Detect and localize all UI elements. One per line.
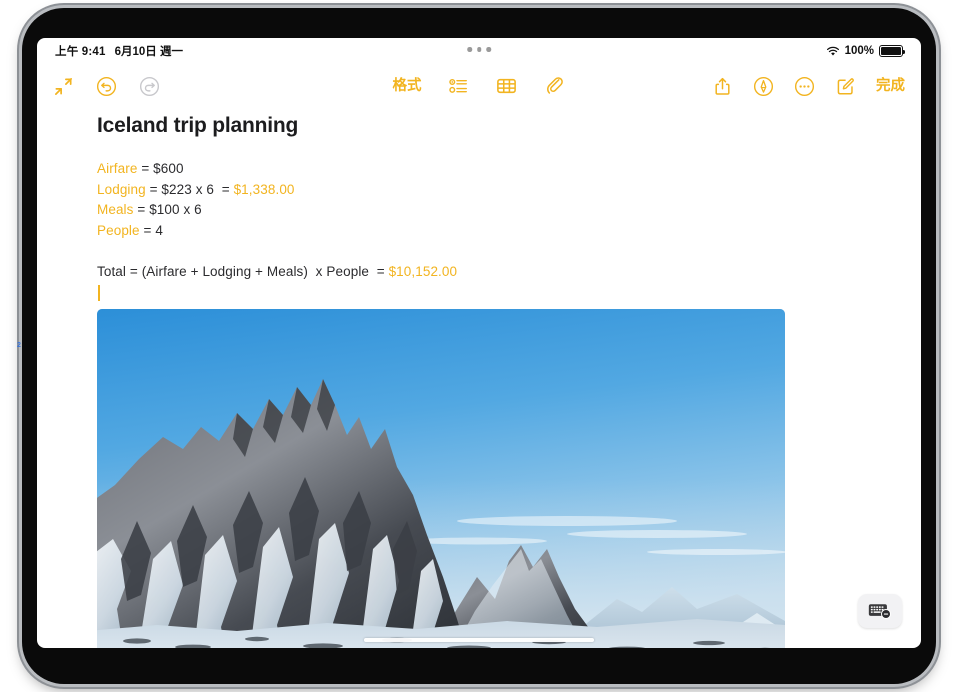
calc-line-lodging: Lodging = $223 x 6 = $1,338.00 bbox=[97, 180, 921, 201]
note-photo-attachment[interactable] bbox=[97, 308, 785, 648]
home-indicator[interactable] bbox=[364, 637, 594, 642]
toolbar-right-group: 完成 bbox=[712, 76, 905, 97]
bezel-callout-marker: 2 bbox=[17, 342, 21, 349]
mountain-photo-image bbox=[97, 308, 785, 648]
calc-variable-lodging: Lodging bbox=[97, 181, 146, 197]
redo-button[interactable] bbox=[139, 76, 160, 97]
undo-button[interactable] bbox=[96, 76, 117, 97]
undo-circle-icon bbox=[96, 76, 117, 97]
markup-button[interactable] bbox=[753, 76, 774, 97]
text-caret bbox=[98, 284, 100, 301]
calc-variable-airfare: Airfare bbox=[97, 161, 138, 176]
share-up-arrow-icon bbox=[712, 76, 733, 97]
calc-total-result: $10,152.00 bbox=[388, 264, 458, 279]
battery-icon bbox=[879, 45, 906, 57]
calc-line-meals: Meals = $100 x 6 bbox=[97, 200, 921, 221]
text-cursor-line[interactable] bbox=[97, 284, 921, 303]
calc-line-total: Total = (Airfare + Lodging + Meals) x Pe… bbox=[97, 262, 921, 283]
calc-line-people: People = 4 bbox=[97, 221, 921, 242]
table-button[interactable] bbox=[496, 75, 518, 97]
calc-result-lodging: $1,338.00 bbox=[233, 181, 295, 197]
more-button[interactable] bbox=[794, 76, 815, 97]
calc-expression-airfare: = $600 bbox=[137, 161, 184, 176]
calc-expression-meals: = $100 x 6 bbox=[133, 202, 202, 217]
calc-variable-meals: Meals bbox=[97, 202, 134, 217]
calc-variable-people: People bbox=[97, 222, 140, 238]
arrows-collapse-icon bbox=[53, 76, 74, 97]
keyboard-dismiss-button[interactable] bbox=[858, 594, 902, 628]
note-body[interactable]: Iceland trip planning Airfare = $600 Lod… bbox=[37, 108, 921, 648]
format-button-label: 格式 bbox=[392, 77, 422, 94]
calc-expression-people: = 4 bbox=[139, 222, 163, 238]
paperclip-icon bbox=[544, 75, 566, 97]
table-icon bbox=[496, 75, 518, 97]
format-button[interactable]: 格式 bbox=[393, 79, 422, 94]
done-button-label: 完成 bbox=[876, 77, 905, 94]
checklist-icon bbox=[448, 75, 470, 97]
compose-square-pencil-icon bbox=[835, 76, 856, 97]
calc-expression-lodging: = $223 x 6 = bbox=[145, 181, 234, 197]
attachment-button[interactable] bbox=[544, 75, 566, 97]
wifi-icon bbox=[826, 46, 840, 57]
calculation-block: Airfare = $600 Lodging = $223 x 6 = $1,3… bbox=[97, 159, 921, 241]
status-time: 上午 9:41 bbox=[55, 46, 106, 58]
ellipsis-circle-icon bbox=[794, 76, 815, 97]
toolbar-left-group bbox=[53, 76, 160, 97]
collapse-button[interactable] bbox=[53, 76, 74, 97]
share-button[interactable] bbox=[712, 76, 733, 97]
note-toolbar: 格式 完成 bbox=[37, 64, 921, 108]
checklist-button[interactable] bbox=[448, 75, 470, 97]
calc-line-airfare: Airfare = $600 bbox=[97, 159, 921, 180]
status-bar-right: 100% bbox=[826, 45, 906, 57]
markup-pen-circle-icon bbox=[753, 76, 774, 97]
toolbar-center-group: 格式 bbox=[393, 75, 566, 97]
calc-total-expression: Total = (Airfare + Lodging + Meals) x Pe… bbox=[97, 264, 389, 279]
status-date: 6月10日 週一 bbox=[114, 46, 184, 58]
redo-circle-icon bbox=[139, 76, 160, 97]
status-bar-left: 上午 9:41 6月10日 週一 bbox=[55, 43, 183, 59]
multitask-dots-icon[interactable] bbox=[467, 47, 491, 52]
done-button[interactable]: 完成 bbox=[876, 79, 905, 94]
page-title: Iceland trip planning bbox=[97, 114, 299, 137]
ipad-screen: 上午 9:41 6月10日 週一 100% 格式 完成 Iceland trip… bbox=[37, 38, 921, 648]
keyboard-hide-icon bbox=[868, 602, 892, 621]
compose-button[interactable] bbox=[835, 76, 856, 97]
battery-percent-label: 100% bbox=[844, 45, 874, 57]
